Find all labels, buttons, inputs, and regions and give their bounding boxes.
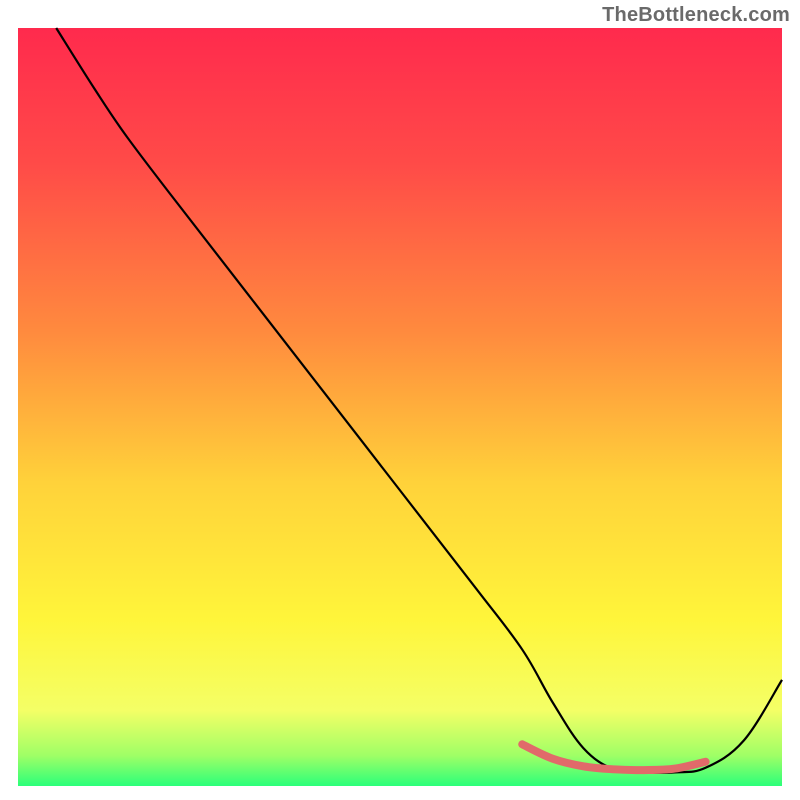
chart-container: TheBottleneck.com [0,0,800,800]
watermark-text: TheBottleneck.com [602,4,790,27]
bottleneck-chart [0,0,800,800]
plot-area [18,28,782,786]
